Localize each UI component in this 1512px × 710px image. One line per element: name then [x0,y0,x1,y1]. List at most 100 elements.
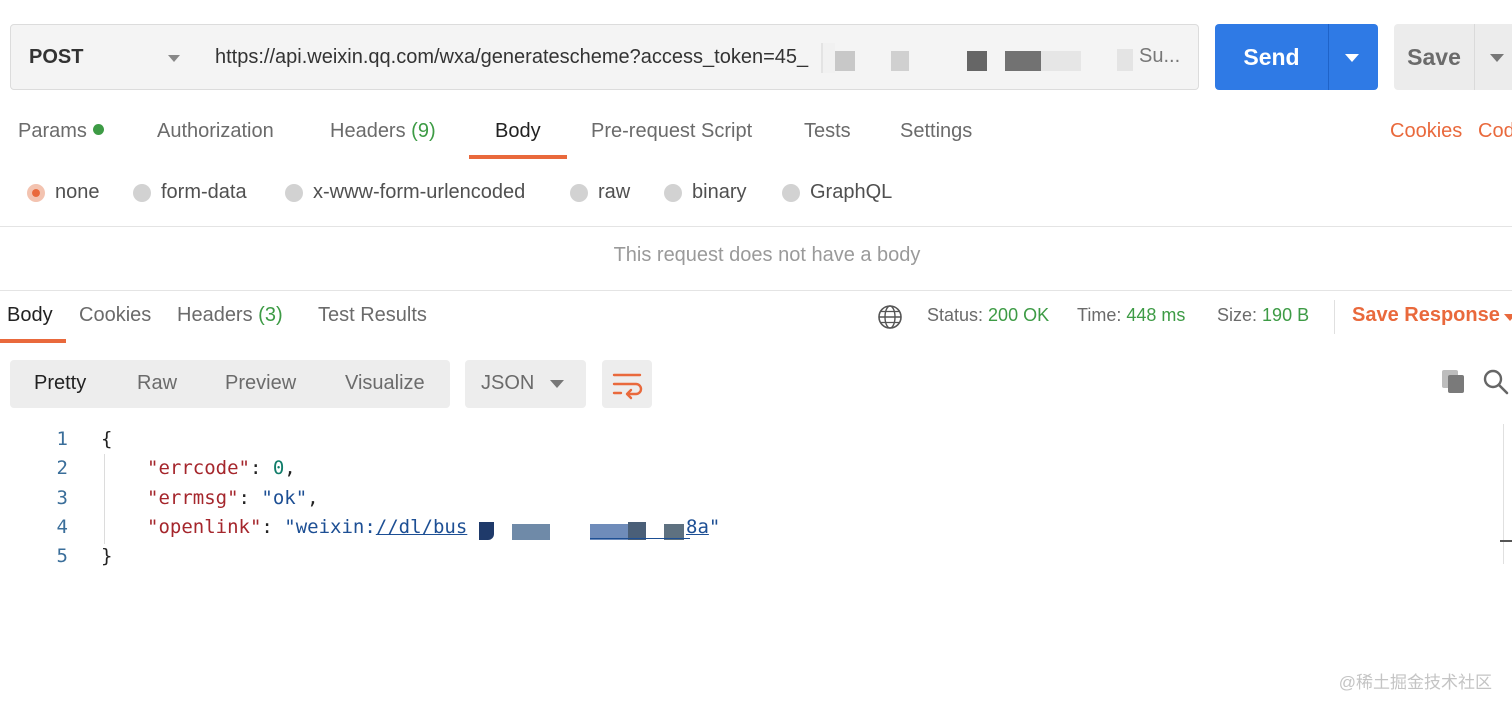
line-number: 4 [56,516,68,538]
radio-label: none [55,181,100,203]
scrollbar[interactable] [1503,424,1512,564]
radio-graphql[interactable]: GraphQL [782,181,892,204]
save-response-label: Save Response [1352,304,1500,326]
time-value: 448 ms [1126,305,1186,325]
send-label: Send [1243,44,1300,70]
tab-headers[interactable]: Headers (9) [330,120,436,143]
time-readout: Time: 448 ms [1077,305,1185,326]
status-label: Status: [927,305,984,325]
view-mode-switcher: Pretty Raw Preview Visualize [10,360,450,408]
copy-icon[interactable] [1440,368,1468,396]
tab-pre-request-script[interactable]: Pre-request Script [591,120,752,143]
redacted-block [1041,51,1081,71]
radio-icon [570,183,588,202]
tab-count: (3) [258,304,283,326]
watermark: @稀土掘金技术社区 [1338,673,1492,692]
tab-tests[interactable]: Tests [804,120,851,143]
json-key: "openlink" [147,516,262,538]
json-key: "errcode" [147,457,250,479]
empty-body-message: This request does not have a body [613,244,921,266]
size-readout: Size: 190 B [1217,305,1309,326]
radio-label: binary [692,181,747,203]
mode-raw[interactable]: Raw [137,372,177,395]
line-number: 2 [56,457,68,479]
status-dot [92,124,104,135]
tab-label: Body [7,304,53,326]
openlink-url[interactable]: //dl/bus [376,516,468,538]
size-value: 190 B [1262,305,1310,325]
tab-settings[interactable]: Settings [900,120,972,143]
openlink-url-tail[interactable]: 8a [686,516,709,538]
language-value: JSON [481,372,535,394]
mode-visualize[interactable]: Visualize [345,372,425,395]
url-text: https://api.weixin.qq.com/wxa/generatesc… [215,45,809,68]
language-select[interactable]: JSON [465,360,586,408]
chevron-down-icon[interactable] [1490,54,1504,62]
response-tab-cookies[interactable]: Cookies [79,304,151,327]
globe-icon[interactable] [877,304,903,330]
tab-params[interactable]: Params [18,120,104,143]
link-underline [590,538,690,539]
response-tab-body[interactable]: Body [7,304,53,327]
code-link[interactable]: Cod [1478,120,1512,143]
tab-label: Tests [804,120,851,142]
scroll-thumb[interactable] [1500,540,1512,542]
size-label: Size: [1217,305,1258,325]
mode-pretty[interactable]: Pretty [34,372,86,395]
radio-icon [133,183,151,202]
radio-icon [285,183,303,202]
radio-raw[interactable]: raw [570,181,630,204]
json-brace: { [101,428,113,450]
method-value: POST [29,45,84,68]
radio-binary[interactable]: binary [664,181,746,204]
redacted-block [479,522,494,540]
radio-x-www-form-urlencoded[interactable]: x-www-form-urlencoded [285,181,525,204]
code-line: "openlink": "weixin://dl/bus [147,516,468,538]
mode-preview[interactable]: Preview [225,372,296,395]
cookies-link[interactable]: Cookies [1390,120,1462,143]
chevron-down-icon [550,380,564,388]
divider [0,290,1512,291]
code-line-tail: 8a" [686,516,720,538]
radio-icon [664,183,682,202]
chevron-down-icon [168,55,180,62]
tab-label: Headers [330,120,406,142]
divider [1474,24,1475,90]
response-tab-test-results[interactable]: Test Results [318,304,427,327]
tab-label: Settings [900,120,973,142]
wrap-lines-button[interactable] [602,360,652,408]
line-number: 5 [56,545,68,567]
tab-authorization[interactable]: Authorization [157,120,274,143]
save-button[interactable]: Save [1394,24,1512,90]
json-quote: " [708,516,721,538]
tab-label: Params [18,120,87,142]
search-icon[interactable] [1482,368,1510,396]
radio-form-data[interactable]: form-data [133,181,247,204]
radio-label: x-www-form-urlencoded [313,181,526,203]
code-line: "errcode": 0, [147,457,296,479]
tab-label: Cookies [79,304,152,326]
method-select[interactable]: POST [10,24,200,90]
tab-label: Test Results [318,304,427,326]
url-input[interactable]: https://api.weixin.qq.com/wxa/generatesc… [199,24,1199,90]
active-tab-indicator [469,155,567,159]
tab-label: Authorization [157,120,274,142]
send-button[interactable]: Send [1215,24,1378,90]
tab-label: Headers [177,304,253,326]
divider [0,226,1512,227]
redacted-block [821,43,835,73]
radio-icon [782,183,800,202]
json-value: "ok" [261,487,308,509]
tab-body[interactable]: Body [495,120,541,143]
radio-none[interactable]: none [27,181,100,204]
chevron-down-icon[interactable] [1345,54,1359,62]
redacted-block [512,524,550,540]
save-response-button[interactable]: Save Response [1352,304,1500,327]
line-number: 3 [56,487,68,509]
status-value: 200 OK [988,305,1050,325]
redacted-block [967,51,987,71]
response-tab-headers[interactable]: Headers (3) [177,304,283,327]
chevron-down-icon[interactable] [1504,314,1512,321]
active-tab-indicator [0,339,66,343]
json-value: "weixin: [284,516,376,538]
